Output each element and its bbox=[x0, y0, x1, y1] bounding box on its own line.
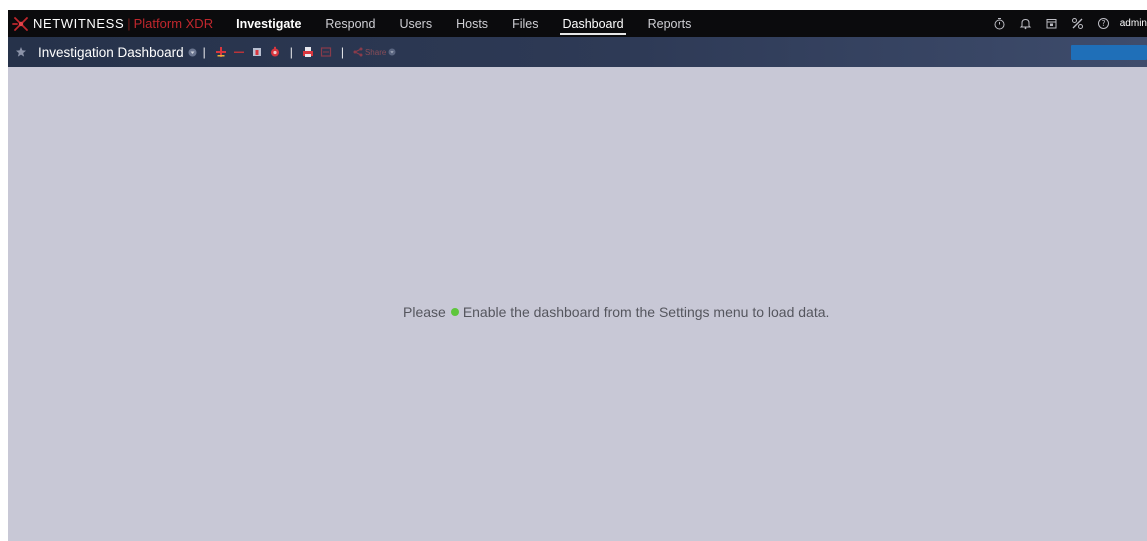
share-icon bbox=[353, 47, 363, 57]
share-dropdown-icon bbox=[388, 48, 396, 56]
user-menu[interactable]: admin bbox=[1117, 18, 1147, 29]
top-right-controls: ? admin bbox=[987, 10, 1147, 37]
toolbar-action-button[interactable] bbox=[1071, 45, 1147, 60]
app-frame: NETWITNESS | Platform XDR Investigate Re… bbox=[8, 10, 1147, 541]
timer-icon[interactable] bbox=[987, 10, 1013, 37]
nav-investigate[interactable]: Investigate bbox=[224, 10, 313, 37]
dashboard-title[interactable]: Investigation Dashboard bbox=[38, 45, 184, 60]
calendar-icon[interactable] bbox=[1039, 10, 1065, 37]
bell-icon[interactable] bbox=[1013, 10, 1039, 37]
nav-reports[interactable]: Reports bbox=[636, 10, 704, 37]
brand-name: NETWITNESS bbox=[33, 16, 125, 31]
nav-files[interactable]: Files bbox=[500, 10, 550, 37]
toolbar-separator: | bbox=[202, 45, 206, 59]
top-navigation-bar: NETWITNESS | Platform XDR Investigate Re… bbox=[8, 10, 1147, 37]
dashboard-canvas: Please Enable the dashboard from the Set… bbox=[8, 67, 1147, 541]
toolbar-separator-2: | bbox=[289, 45, 293, 59]
export-icon[interactable] bbox=[318, 44, 334, 60]
settings-icon[interactable] bbox=[267, 44, 283, 60]
share-button[interactable]: Share bbox=[353, 47, 396, 57]
message-prefix: Please bbox=[403, 304, 446, 320]
logo[interactable]: NETWITNESS | Platform XDR bbox=[8, 10, 213, 37]
main-menu: Investigate Respond Users Hosts Files Da… bbox=[224, 10, 703, 37]
svg-text:?: ? bbox=[1102, 19, 1106, 28]
brand-separator: | bbox=[127, 16, 131, 31]
netwitness-logo-icon bbox=[12, 16, 28, 31]
toolbar-separator-3: | bbox=[340, 45, 344, 59]
add-dashlet-icon[interactable] bbox=[213, 44, 229, 60]
status-dot-icon bbox=[450, 308, 459, 316]
nav-users[interactable]: Users bbox=[387, 10, 444, 37]
dashboard-toolbar: Investigation Dashboard | | | Share bbox=[8, 37, 1147, 67]
tools-icon[interactable] bbox=[1065, 10, 1091, 37]
share-label: Share bbox=[364, 47, 387, 57]
nav-respond[interactable]: Respond bbox=[313, 10, 387, 37]
favorite-star-icon[interactable] bbox=[8, 46, 32, 58]
import-icon[interactable] bbox=[249, 44, 265, 60]
product-name: Platform XDR bbox=[133, 16, 214, 31]
dashboard-dropdown-icon[interactable] bbox=[188, 48, 197, 57]
remove-icon[interactable] bbox=[231, 44, 247, 60]
nav-dashboard[interactable]: Dashboard bbox=[550, 10, 635, 37]
print-icon[interactable] bbox=[300, 44, 316, 60]
nav-hosts[interactable]: Hosts bbox=[444, 10, 500, 37]
message-text: Enable the dashboard from the Settings m… bbox=[462, 304, 830, 320]
empty-state-message: Please Enable the dashboard from the Set… bbox=[403, 304, 829, 320]
help-icon[interactable]: ? bbox=[1091, 10, 1117, 37]
